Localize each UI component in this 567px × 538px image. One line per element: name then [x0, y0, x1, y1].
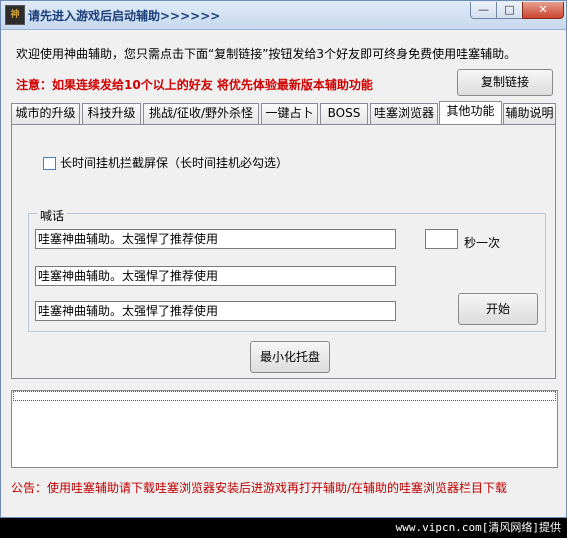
copy-link-button[interactable]: 复制链接 — [457, 69, 553, 96]
tab-browser[interactable]: 哇塞浏览器 — [370, 103, 438, 124]
tab-tech-upgrade[interactable]: 科技升级 — [82, 103, 141, 124]
close-icon[interactable]: ✕ — [522, 2, 564, 19]
screensaver-checkbox-row[interactable]: 长时间挂机拦截屏保（长时间挂机必勾选） — [43, 154, 288, 171]
start-button[interactable]: 开始 — [458, 293, 538, 325]
log-area-focus-line — [13, 391, 556, 401]
minimize-tray-button[interactable]: 最小化托盘 — [250, 341, 330, 373]
tab-city-upgrade[interactable]: 城市的升级 — [11, 103, 80, 124]
window-title: 请先进入游戏后启动辅助>>>>>> — [28, 9, 221, 23]
tab-help[interactable]: 辅助说明 — [503, 103, 556, 124]
interval-input[interactable] — [425, 229, 458, 249]
screensaver-checkbox[interactable] — [43, 157, 56, 170]
minimize-icon[interactable]: — — [470, 2, 497, 19]
shout-input-2[interactable]: 哇塞神曲辅助。太强悍了推荐使用 — [35, 266, 396, 286]
log-area[interactable] — [11, 390, 558, 468]
app-logo-icon: 神 — [5, 5, 25, 25]
tab-divination[interactable]: 一键占卜 — [261, 103, 318, 124]
tab-boss[interactable]: BOSS — [320, 103, 368, 124]
shout-group-title: 喊话 — [37, 207, 68, 224]
main-window: 神 请先进入游戏后启动辅助>>>>>> — □ ✕ 欢迎使用神曲辅助，您只需点击… — [0, 0, 567, 518]
shout-input-3[interactable]: 哇塞神曲辅助。太强悍了推荐使用 — [35, 301, 396, 321]
watermark-text: www.vipcn.com[清风网络]提供 — [395, 521, 561, 534]
tab-challenge[interactable]: 挑战/征收/野外杀怪 — [143, 103, 259, 124]
interval-label: 秒一次 — [464, 236, 501, 250]
tab-other-functions[interactable]: 其他功能 — [439, 101, 502, 125]
screensaver-checkbox-label: 长时间挂机拦截屏保（长时间挂机必勾选） — [60, 156, 289, 170]
maximize-icon[interactable]: □ — [496, 2, 523, 19]
announcement-text: 公告：使用哇塞辅助请下载哇塞浏览器安装后进游戏再打开辅助/在辅助的哇塞浏览器栏目… — [11, 481, 508, 495]
shout-input-1[interactable]: 哇塞神曲辅助。太强悍了推荐使用 — [35, 229, 396, 249]
title-bar[interactable]: 神 请先进入游戏后启动辅助>>>>>> — □ ✕ — [1, 1, 566, 30]
red-notice-text: 注意：如果连续发给10个以上的好友 将优先体验最新版本辅助功能 — [16, 78, 373, 92]
welcome-text: 欢迎使用神曲辅助，您只需点击下面“复制链接”按钮发给3个好友即可终身免费使用哇塞… — [16, 47, 517, 61]
